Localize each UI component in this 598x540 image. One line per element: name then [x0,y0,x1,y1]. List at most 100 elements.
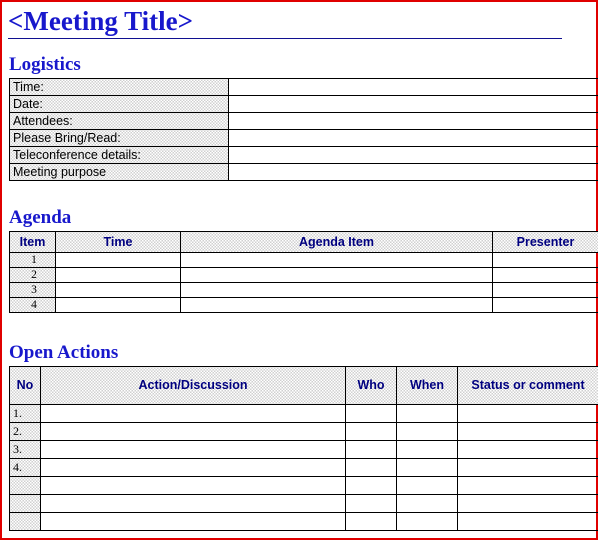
open-actions-header-row: No Action/Discussion Who When Status or … [9,366,598,405]
logistics-label-date: Date: [9,95,229,113]
table-row: 1. [9,404,598,423]
logistics-value-attendees[interactable] [228,112,598,130]
open-actions-cell-who[interactable] [345,512,397,531]
agenda-cell-time[interactable] [55,282,181,298]
open-actions-col-action-discussion: Action/Discussion [40,366,346,405]
spacer-before-logistics [6,39,594,55]
open-actions-cell-who[interactable] [345,476,397,495]
logistics-label-meeting-purpose: Meeting purpose [9,163,229,181]
open-actions-cell-who[interactable] [345,422,397,441]
spacer-before-open-actions [6,313,594,343]
open-actions-cell-status[interactable] [457,440,598,459]
open-actions-cell-when[interactable] [396,404,458,423]
agenda-cell-presenter[interactable] [492,252,598,268]
agenda-col-agenda-item: Agenda Item [180,231,493,253]
agenda-table: Item Time Agenda Item Presenter 1 2 3 4 [9,231,598,313]
table-row [9,512,598,531]
open-actions-row-number: 4. [9,458,41,477]
agenda-cell-time[interactable] [55,252,181,268]
table-row: Date: [9,95,598,113]
open-actions-cell-action[interactable] [40,404,346,423]
table-row: 2. [9,422,598,441]
page-title[interactable]: <Meeting Title> [6,6,594,36]
agenda-cell-item[interactable] [180,297,493,313]
table-row: Meeting purpose [9,163,598,181]
table-row: 3 [9,282,598,298]
spacer-before-agenda [6,181,594,208]
open-actions-cell-who[interactable] [345,494,397,513]
open-actions-row-number: 1. [9,404,41,423]
agenda-cell-time[interactable] [55,297,181,313]
open-actions-cell-action[interactable] [40,476,346,495]
open-actions-cell-status[interactable] [457,404,598,423]
open-actions-cell-when[interactable] [396,440,458,459]
table-row: 1 [9,252,598,268]
table-row: 2 [9,267,598,283]
open-actions-cell-status[interactable] [457,476,598,495]
open-actions-cell-action[interactable] [40,422,346,441]
table-row [9,494,598,513]
table-row: Attendees: [9,112,598,130]
table-row: Teleconference details: [9,146,598,164]
open-actions-table: No Action/Discussion Who When Status or … [9,366,598,531]
open-actions-cell-status[interactable] [457,512,598,531]
table-row [9,476,598,495]
open-actions-cell-status[interactable] [457,494,598,513]
agenda-cell-item[interactable] [180,267,493,283]
agenda-cell-presenter[interactable] [492,297,598,313]
open-actions-cell-when[interactable] [396,512,458,531]
document-page: <Meeting Title> Logistics Time: Date: At… [0,0,598,540]
logistics-value-meeting-purpose[interactable] [228,163,598,181]
table-row: 4. [9,458,598,477]
logistics-value-date[interactable] [228,95,598,113]
logistics-value-teleconference-details[interactable] [228,146,598,164]
open-actions-col-status-or-comment: Status or comment [457,366,598,405]
section-heading-agenda: Agenda [9,207,72,228]
table-row: Please Bring/Read: [9,129,598,147]
agenda-col-item: Item [9,231,56,253]
open-actions-col-no: No [9,366,41,405]
agenda-row-number: 4 [9,297,56,313]
section-heading-open-actions: Open Actions [9,342,119,363]
open-actions-cell-action[interactable] [40,440,346,459]
open-actions-cell-status[interactable] [457,458,598,477]
logistics-label-please-bring-read: Please Bring/Read: [9,129,229,147]
agenda-col-time: Time [55,231,181,253]
agenda-row-number: 2 [9,267,56,283]
logistics-label-teleconference-details: Teleconference details: [9,146,229,164]
table-row: 4 [9,297,598,313]
agenda-cell-item[interactable] [180,282,493,298]
table-row: 3. [9,440,598,459]
agenda-header-row: Item Time Agenda Item Presenter [9,231,598,253]
logistics-label-time: Time: [9,78,229,96]
section-heading-logistics: Logistics [9,54,81,75]
agenda-cell-presenter[interactable] [492,267,598,283]
open-actions-cell-action[interactable] [40,458,346,477]
open-actions-col-who: Who [345,366,397,405]
page-content: <Meeting Title> Logistics Time: Date: At… [2,2,598,538]
open-actions-cell-action[interactable] [40,512,346,531]
open-actions-cell-who[interactable] [345,458,397,477]
open-actions-row-number [9,512,41,531]
open-actions-row-number: 3. [9,440,41,459]
agenda-row-number: 1 [9,252,56,268]
logistics-value-please-bring-read[interactable] [228,129,598,147]
logistics-label-attendees: Attendees: [9,112,229,130]
agenda-cell-presenter[interactable] [492,282,598,298]
logistics-value-time[interactable] [228,78,598,96]
agenda-row-number: 3 [9,282,56,298]
agenda-cell-time[interactable] [55,267,181,283]
open-actions-row-number [9,494,41,513]
open-actions-cell-when[interactable] [396,494,458,513]
open-actions-cell-who[interactable] [345,440,397,459]
open-actions-cell-action[interactable] [40,494,346,513]
logistics-table: Time: Date: Attendees: Please Bring/Read… [9,78,598,181]
agenda-cell-item[interactable] [180,252,493,268]
open-actions-cell-when[interactable] [396,422,458,441]
open-actions-cell-who[interactable] [345,404,397,423]
open-actions-cell-when[interactable] [396,476,458,495]
open-actions-cell-status[interactable] [457,422,598,441]
open-actions-cell-when[interactable] [396,458,458,477]
open-actions-row-number [9,476,41,495]
agenda-col-presenter: Presenter [492,231,598,253]
